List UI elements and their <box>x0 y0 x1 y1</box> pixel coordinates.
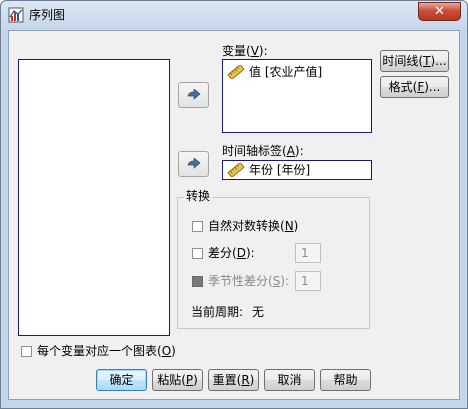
list-item[interactable]: 值 [农业产值] <box>227 64 322 80</box>
dialog-client-area: 变量(V): 值 [农业产值] 时间线(T)... 格式(F)... 时间轴标签… <box>8 30 460 400</box>
time-axis-value: 年份 [年份] <box>249 163 311 177</box>
close-button[interactable]: ✕ <box>418 2 461 21</box>
time-axis-item: 年份 [年份] <box>227 162 310 178</box>
time-axis-field[interactable]: 年份 [年份] <box>222 160 372 180</box>
transform-group-title: 转换 <box>184 189 213 203</box>
cancel-button[interactable]: 取消 <box>264 369 315 391</box>
one-chart-per-variable-label[interactable]: 每个变量对应一个图表(O) <box>37 344 176 359</box>
ok-button[interactable]: 确定 <box>96 369 147 391</box>
sequence-chart-app-icon <box>8 7 24 23</box>
right-arrow-icon <box>187 158 201 169</box>
variables-list[interactable]: 值 [农业产值] <box>222 59 372 133</box>
difference-spinner[interactable]: 1 <box>295 243 321 263</box>
source-variable-list[interactable] <box>18 59 170 336</box>
variables-label: 变量(V): <box>222 44 268 58</box>
difference-checkbox[interactable] <box>192 248 203 259</box>
window-title: 序列图 <box>29 8 66 22</box>
title-bar: 序列图 ✕ <box>1 1 467 29</box>
dialog-window: 序列图 ✕ 变量(V): 值 [农业产值] 时间线(T)... 格式(F)...… <box>0 0 468 409</box>
natural-log-label[interactable]: 自然对数转换(N) <box>208 219 298 234</box>
difference-label[interactable]: 差分(D): <box>208 246 255 261</box>
seasonal-difference-spinner[interactable]: 1 <box>295 271 321 291</box>
natural-log-checkbox[interactable] <box>192 221 203 232</box>
right-arrow-icon <box>187 89 201 100</box>
reset-button[interactable]: 重置(R) <box>208 369 259 391</box>
time-axis-label: 时间轴标签(A): <box>222 144 304 158</box>
current-period-label: 当前周期: <box>191 305 244 319</box>
timelines-button[interactable]: 时间线(T)... <box>380 50 449 72</box>
seasonal-difference-label: 季节性差分(S): <box>208 274 290 288</box>
close-icon: ✕ <box>434 4 445 19</box>
format-button[interactable]: 格式(F)... <box>380 76 449 98</box>
list-item-label: 值 [农业产值] <box>249 65 323 79</box>
seasonal-difference-checkbox[interactable] <box>192 276 203 287</box>
move-to-time-axis-button[interactable] <box>178 151 209 177</box>
one-chart-per-variable-checkbox[interactable] <box>21 346 32 357</box>
help-button[interactable]: 帮助 <box>320 369 371 391</box>
paste-button[interactable]: 粘贴(P) <box>152 369 203 391</box>
move-to-variables-button[interactable] <box>178 82 209 108</box>
ruler-icon <box>227 65 245 79</box>
ruler-icon <box>227 163 245 177</box>
current-period-value: 无 <box>252 305 265 319</box>
